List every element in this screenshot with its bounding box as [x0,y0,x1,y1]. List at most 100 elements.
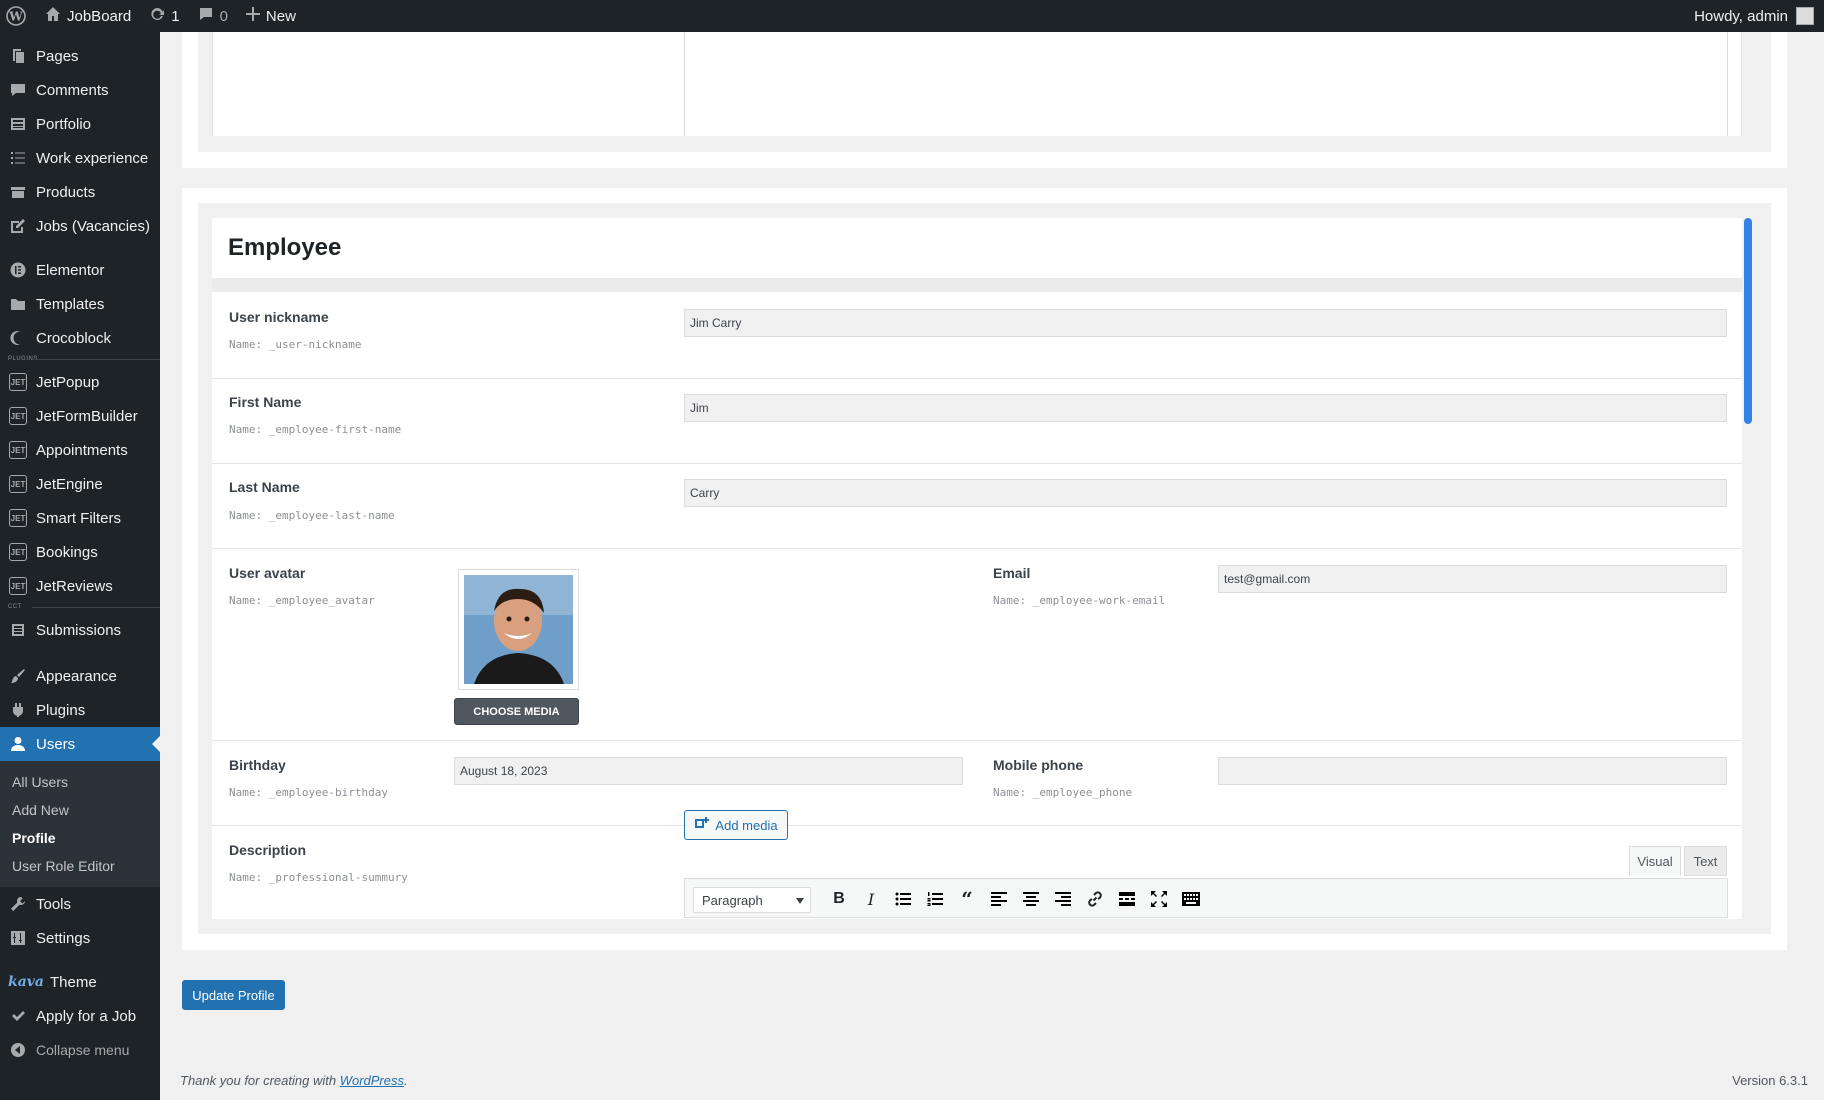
sidebar-item-pages[interactable]: Pages [0,39,160,73]
update-profile-button[interactable]: Update Profile [182,980,285,1010]
fullscreen-icon[interactable] [1147,887,1171,911]
header-divider [212,278,1742,292]
link-icon[interactable] [1083,887,1107,911]
site-name-link[interactable]: JobBoard [36,0,140,32]
sidebar-item-portfolio[interactable]: Portfolio [0,107,160,141]
nickname-label: User nickname [229,309,329,325]
jet-icon: JET [9,543,27,561]
phone-label: Mobile phone [993,757,1084,773]
submenu-add-new[interactable]: Add New [0,796,160,824]
sidebar-item-jetengine[interactable]: JET JetEngine [0,467,160,501]
portfolio-icon [8,114,28,134]
bold-icon[interactable]: B [827,887,851,911]
comments-link[interactable]: 0 [189,0,237,32]
row-divider [212,740,1742,741]
tab-visual[interactable]: Visual [1629,846,1681,876]
jet-icon: JET [9,475,27,493]
sidebar-item-jetpopup[interactable]: JET JetPopup [0,365,160,399]
previous-editor-area[interactable] [684,32,1728,136]
sidebar-item-templates[interactable]: Templates [0,287,160,321]
sidebar-item-jobs[interactable]: Jobs (Vacancies) [0,209,160,243]
tools-icon [8,894,28,914]
crocoblock-icon [8,328,28,348]
submenu-all-users[interactable]: All Users [0,768,160,796]
collapse-menu-button[interactable]: Collapse menu [0,1033,160,1067]
avatar-preview [458,569,579,690]
read-more-icon[interactable] [1115,887,1139,911]
nickname-input[interactable]: Jim Carry [684,309,1727,337]
jet-icon: JET [9,373,27,391]
align-center-icon[interactable] [1019,887,1043,911]
italic-icon[interactable]: I [859,887,883,911]
first-name-label: First Name [229,394,302,410]
last-name-input[interactable]: Carry [684,479,1727,507]
new-content-link[interactable]: New [237,0,305,32]
updates-link[interactable]: 1 [140,0,188,32]
row-divider [212,548,1742,549]
email-meta-name: Name: _employee-work-email [993,594,1166,607]
wordpress-link[interactable]: WordPress [340,1073,404,1088]
sidebar-item-apply-for-job[interactable]: Apply for a Job [0,999,160,1033]
sidebar-item-submissions[interactable]: Submissions [0,613,160,647]
email-input[interactable]: test@gmail.com [1218,565,1727,593]
first-name-input[interactable]: Jim [684,394,1727,422]
add-media-icon [694,816,710,835]
choose-media-button[interactable]: CHOOSE MEDIA [454,698,579,725]
blockquote-icon[interactable]: “ [955,887,979,911]
sidebar-item-jetformbuilder[interactable]: JET JetFormBuilder [0,399,160,433]
check-icon [8,1006,28,1026]
align-left-icon[interactable] [987,887,1011,911]
footer-thanks: Thank you for creating with WordPress. [180,1073,408,1088]
align-right-icon[interactable] [1051,887,1075,911]
tab-text[interactable]: Text [1684,846,1727,876]
sidebar-item-appearance[interactable]: Appearance [0,659,160,693]
avatar-meta-name: Name: _employee_avatar [229,594,375,607]
jet-icon: JET [9,577,27,595]
svg-text:W: W [8,10,23,24]
products-icon [8,182,28,202]
submissions-icon [8,620,28,640]
chevron-down-icon [796,898,804,904]
sidebar-item-jetreviews[interactable]: JET JetReviews [0,569,160,603]
sidebar-item-bookings[interactable]: JET Bookings [0,535,160,569]
format-select[interactable]: Paragraph [693,887,811,913]
sidebar-item-tools[interactable]: Tools [0,887,160,921]
sidebar-item-products[interactable]: Products [0,175,160,209]
bulleted-list-icon[interactable] [891,887,915,911]
wordpress-logo-icon[interactable]: W [0,0,36,32]
toolbar-toggle-icon[interactable] [1179,887,1203,911]
list-icon [8,148,28,168]
sidebar-item-work-experience[interactable]: Work experience [0,141,160,175]
sidebar-item-elementor[interactable]: Elementor [0,253,160,287]
sidebar-item-theme[interactable]: kava Theme [0,965,160,999]
section-title: Employee [228,234,342,261]
avatar-label: User avatar [229,565,306,581]
panel-scrollbar[interactable] [1744,218,1752,424]
birthday-input[interactable]: August 18, 2023 [454,757,963,785]
users-submenu: All Users Add New Profile User Role Edit… [0,761,160,887]
last-name-meta-name: Name: _employee-last-name [229,509,395,522]
numbered-list-icon[interactable] [923,887,947,911]
sidebar-item-plugins[interactable]: Plugins [0,693,160,727]
home-icon [45,6,61,26]
submenu-user-role-editor[interactable]: User Role Editor [0,852,160,880]
sidebar-item-settings[interactable]: Settings [0,921,160,955]
my-account[interactable]: Howdy, admin [1694,7,1824,25]
description-label: Description [229,842,307,858]
sidebar-item-users[interactable]: Users [0,727,160,761]
add-media-button[interactable]: Add media [684,810,788,840]
first-name-meta-name: Name: _employee-first-name [229,423,402,436]
edit-icon [8,216,28,236]
updates-icon [149,6,165,26]
phone-meta-name: Name: _employee_phone [993,786,1133,799]
email-label: Email [993,565,1031,581]
sidebar-item-crocoblock[interactable]: Crocoblock [0,321,160,355]
submenu-profile[interactable]: Profile [0,824,160,852]
sidebar-item-appointments[interactable]: JET Appointments [0,433,160,467]
birthday-label: Birthday [229,757,286,773]
sidebar-item-comments[interactable]: Comments [0,73,160,107]
sidebar-item-smart-filters[interactable]: JET Smart Filters [0,501,160,535]
jet-icon: JET [9,509,27,527]
comment-icon [198,6,214,26]
phone-input[interactable] [1218,757,1727,785]
